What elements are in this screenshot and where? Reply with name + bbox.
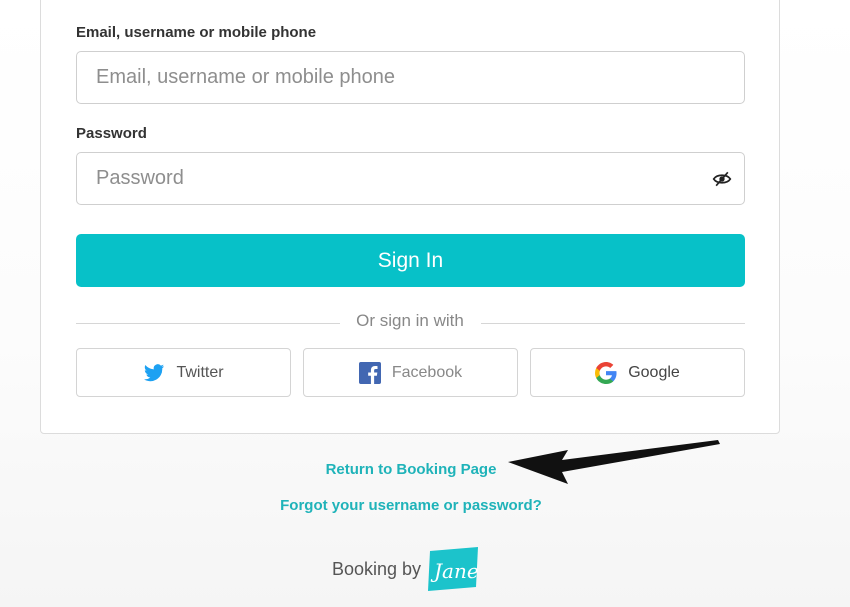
sign-in-button[interactable]: Sign In [76, 234, 745, 287]
arrow-annotation [508, 440, 720, 484]
forgot-password-link[interactable]: Forgot your username or password? [0, 497, 822, 514]
twitter-label: Twitter [176, 363, 224, 381]
facebook-label: Facebook [391, 363, 463, 381]
divider-right [481, 323, 745, 324]
booking-by-text: Booking by [332, 559, 422, 579]
google-icon [595, 361, 617, 384]
twitter-icon [144, 363, 165, 381]
jane-logo-text: Jane [430, 559, 479, 583]
password-field-box[interactable] [76, 152, 745, 205]
email-label: Email, username or mobile phone [76, 24, 317, 41]
jane-logo[interactable]: Jane [424, 547, 480, 591]
facebook-icon [358, 361, 381, 384]
facebook-button[interactable]: Facebook [303, 348, 518, 397]
twitter-button[interactable]: Twitter [76, 348, 291, 397]
google-button[interactable]: Google [530, 348, 745, 397]
eye-slash-icon[interactable] [712, 169, 732, 189]
divider-text: Or sign in with [356, 311, 464, 330]
google-label: Google [628, 363, 680, 381]
email-field-box[interactable] [76, 51, 745, 104]
password-label: Password [76, 125, 147, 142]
divider-left [76, 323, 340, 324]
password-field[interactable] [77, 153, 676, 204]
email-field[interactable] [77, 52, 676, 103]
